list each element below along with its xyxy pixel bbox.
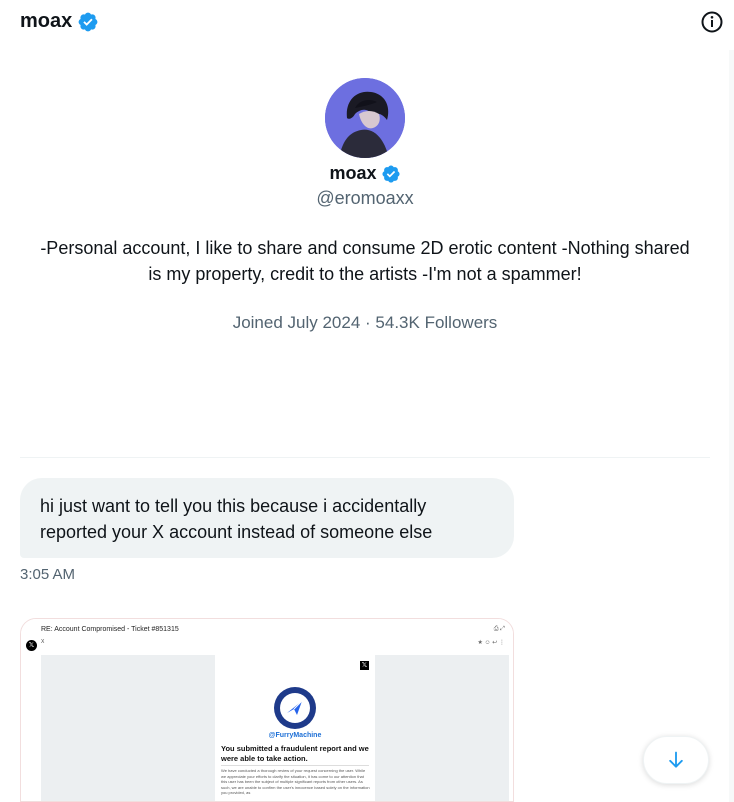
verified-badge-icon bbox=[78, 12, 98, 31]
x-logo-icon: 𝕏 bbox=[360, 661, 369, 670]
card-handle: @FurryMachine bbox=[268, 732, 322, 739]
email-body: 𝕏 @FurryMachine You submitted a fraudule… bbox=[41, 655, 509, 801]
info-icon[interactable] bbox=[700, 10, 724, 34]
email-header: RE: Account Compromised - Ticket #851315… bbox=[21, 619, 513, 655]
avatar[interactable] bbox=[325, 78, 405, 158]
email-actions-icons: ★ ☺ ↩ ⋮ bbox=[477, 640, 505, 646]
card-text: We have conducted a thorough review of y… bbox=[221, 768, 370, 795]
profile-name: moax bbox=[329, 163, 377, 183]
furry-machine-logo-icon bbox=[274, 687, 316, 729]
email-subject: RE: Account Compromised - Ticket #851315 bbox=[41, 626, 179, 633]
message-text: hi just want to tell you this because i … bbox=[40, 496, 433, 542]
profile-meta: Joined July 2024 · 54.3K Followers bbox=[0, 313, 730, 333]
message-bubble[interactable]: hi just want to tell you this because i … bbox=[20, 478, 514, 558]
profile-bio: -Personal account, I like to share and c… bbox=[40, 238, 690, 284]
divider bbox=[20, 457, 710, 458]
message-image-attachment[interactable]: RE: Account Compromised - Ticket #851315… bbox=[20, 618, 514, 802]
avatar-image bbox=[325, 78, 405, 158]
x-logo-icon: 𝕏 bbox=[26, 640, 37, 651]
email-top-icons: ⎙ ⤢ bbox=[493, 626, 505, 632]
meta-separator: · bbox=[365, 313, 371, 332]
email-sender: X bbox=[41, 639, 45, 645]
card-divider bbox=[221, 765, 369, 766]
message-timestamp: 3:05 AM bbox=[20, 566, 76, 583]
jet-icon bbox=[287, 700, 303, 715]
email-card: 𝕏 @FurryMachine You submitted a fraudule… bbox=[215, 655, 375, 801]
conversation-title[interactable]: moax bbox=[20, 10, 99, 33]
logo-inner bbox=[280, 693, 310, 723]
arrow-down-icon bbox=[669, 751, 683, 768]
card-title: You submitted a fraudulent report and we… bbox=[221, 744, 369, 763]
profile-handle[interactable]: @eromoaxx bbox=[0, 188, 730, 209]
verified-badge-icon bbox=[381, 164, 400, 183]
header-name: moax bbox=[20, 10, 73, 32]
profile-summary[interactable]: moax @eromoaxx -Personal account, I like… bbox=[0, 78, 730, 333]
conversation-header: moax bbox=[0, 0, 734, 46]
followers-count[interactable]: 54.3K Followers bbox=[375, 313, 497, 332]
scroll-to-bottom-button[interactable] bbox=[643, 736, 709, 784]
profile-name-row[interactable]: moax bbox=[0, 163, 730, 184]
joined-date: Joined July 2024 bbox=[232, 313, 361, 332]
